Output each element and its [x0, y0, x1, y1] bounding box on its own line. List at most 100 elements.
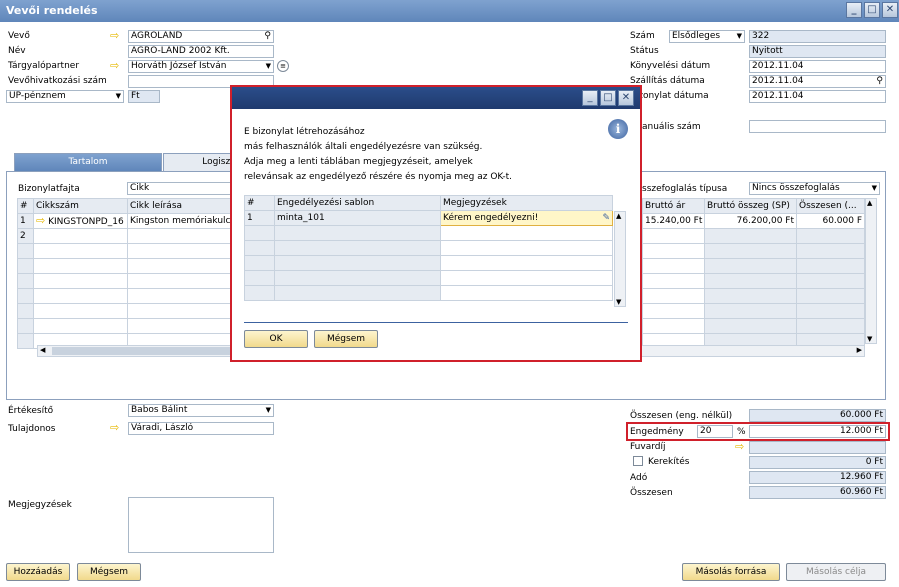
dialog-approval-table: # Engedélyezési sablon Megjegyzések 1 mi…	[244, 195, 613, 301]
table-row[interactable]: 1 minta_101 Kérem engedélyezni! ✎	[244, 210, 613, 226]
konyvelesi-label: Könyvelési dátum	[630, 61, 711, 71]
engedmeny-amount-field[interactable]: 12.000 Ft	[749, 425, 886, 438]
fuvardij-field	[749, 441, 886, 454]
dialog-message-line: Adja meg a lenti táblában megjegyzéseit,…	[244, 157, 473, 167]
manualis-szam-field[interactable]	[749, 120, 886, 133]
scroll-up-icon[interactable]: ▲	[867, 199, 872, 207]
hivatkozas-label: Vevőhivatkozási szám	[8, 76, 107, 86]
table-row[interactable]: 1 ⇨ KINGSTONPD_16 Kingston memóriakulcs	[17, 213, 238, 229]
bizonylatfajta-dropdown[interactable]: Cikk	[127, 182, 237, 195]
szam-series-dropdown[interactable]: Elsődleges	[669, 30, 745, 43]
megsem-button[interactable]: Mégsem	[77, 563, 141, 581]
engedmeny-percent-field[interactable]: 20	[697, 425, 733, 438]
dialog-ok-button[interactable]: OK	[244, 330, 308, 348]
penznem-dropdown[interactable]: ÜP-pénznem	[6, 90, 124, 103]
link-arrow-icon[interactable]: ⇨	[110, 30, 119, 41]
maximize-icon[interactable]: □	[600, 90, 616, 106]
percent-sign: %	[737, 427, 746, 437]
approval-dialog: _ □ ✕ i E bizonylat létrehozásához más f…	[230, 85, 642, 362]
manualis-szam-label: anuális szám	[642, 122, 701, 132]
table-row[interactable]: 2	[17, 228, 238, 244]
column-header[interactable]: #	[244, 195, 275, 211]
osszefoglalas-label: sszefoglalás típusa	[642, 184, 728, 194]
dialog-title-bar: _ □ ✕	[232, 87, 640, 109]
scroll-left-icon[interactable]: ◀	[40, 346, 45, 354]
szam-field: 322	[749, 30, 886, 43]
kerekites-field: 0 Ft	[749, 456, 886, 469]
engedmeny-label: Engedmény	[630, 427, 684, 437]
kerekites-checkbox[interactable]	[633, 456, 643, 466]
column-header[interactable]: #	[17, 198, 34, 214]
column-header[interactable]: Cikk leírása	[127, 198, 238, 214]
szam-label: Szám	[630, 31, 655, 41]
status-field: Nyitott	[749, 45, 886, 58]
szallitas-date-field[interactable]: 2012.11.04 ⚲	[749, 75, 886, 88]
close-icon[interactable]: ✕	[882, 2, 898, 18]
ertekesito-dropdown[interactable]: Babos Bálint	[128, 404, 274, 417]
nev-field[interactable]: AGRO-LAND 2002 Kft.	[128, 45, 274, 58]
dialog-vertical-scrollbar[interactable]: ▲ ▼	[614, 211, 626, 307]
targyalo-label: Tárgyalópartner	[8, 61, 80, 71]
bizonylat-date-field[interactable]: 2012.11.04	[749, 90, 886, 103]
hozzaadas-button[interactable]: Hozzáadás	[6, 563, 70, 581]
dialog-message-line: E bizonylat létrehozásához	[244, 127, 365, 137]
status-label: Státus	[630, 46, 659, 56]
tulajdonos-field[interactable]: Váradi, László	[128, 422, 274, 435]
details-icon[interactable]: ≡	[277, 60, 289, 72]
tulajdonos-label: Tulajdonos	[8, 424, 56, 434]
dialog-cancel-button[interactable]: Mégsem	[314, 330, 378, 348]
osszesen-eng-label: Összesen (eng. nélkül)	[630, 411, 733, 421]
vevo-label: Vevő	[8, 31, 30, 41]
items-table: # Cikkszám Cikk leírása 1 ⇨ KINGSTONPD_1…	[17, 198, 238, 349]
table-row[interactable]	[642, 228, 865, 244]
tab-tartalom[interactable]: Tartalom	[14, 153, 162, 171]
scroll-down-icon[interactable]: ▼	[616, 298, 621, 306]
search-icon[interactable]: ⚲	[876, 76, 883, 87]
link-arrow-icon[interactable]: ⇨	[36, 215, 45, 228]
minimize-icon[interactable]: _	[846, 2, 862, 18]
vevo-field[interactable]: AGROLAND ⚲	[128, 30, 274, 43]
vertical-scrollbar[interactable]: ▲ ▼	[865, 198, 877, 344]
table-row[interactable]: 15.240,00 Ft 76.200,00 Ft 60.000 F	[642, 213, 865, 229]
column-header[interactable]: Engedélyezési sablon	[274, 195, 441, 211]
column-header[interactable]: Bruttó ár	[642, 198, 705, 214]
info-icon: i	[608, 119, 628, 139]
close-icon[interactable]: ✕	[618, 90, 634, 106]
column-header[interactable]: Cikkszám	[33, 198, 128, 214]
search-icon[interactable]: ⚲	[264, 31, 271, 42]
link-arrow-icon[interactable]: ⇨	[110, 422, 119, 433]
megjegyzesek-label: Megjegyzések	[8, 500, 72, 510]
scroll-down-icon[interactable]: ▼	[867, 335, 872, 343]
osszesen-label: Összesen	[630, 488, 673, 498]
dialog-message-line: más felhasználók általi engedélyezésre v…	[244, 142, 483, 152]
ertekesito-label: Értékesítő	[8, 406, 54, 416]
bizonylatfajta-label: Bizonylatfajta	[18, 184, 80, 194]
kerekites-label: Kerekítés	[648, 457, 690, 467]
column-header[interactable]: Összesen (...	[796, 198, 865, 214]
fuvardij-label: Fuvardíj	[630, 442, 666, 452]
edit-icon[interactable]: ✎	[602, 213, 610, 223]
link-arrow-icon[interactable]: ⇨	[735, 441, 744, 452]
column-header[interactable]: Megjegyzések	[440, 195, 613, 211]
osszesen-eng-field: 60.000 Ft	[749, 409, 886, 422]
scroll-up-icon[interactable]: ▲	[616, 212, 621, 220]
dialog-divider	[244, 322, 628, 323]
column-header[interactable]: Bruttó összeg (SP)	[704, 198, 797, 214]
window-title-bar: Vevői rendelés _ □ ✕	[0, 0, 899, 22]
scroll-thumb[interactable]	[52, 347, 232, 355]
osszesen-field: 60.960 Ft	[749, 486, 886, 499]
nev-label: Név	[8, 46, 26, 56]
link-arrow-icon[interactable]: ⇨	[110, 60, 119, 71]
megjegyzes-input[interactable]: Kérem engedélyezni! ✎	[440, 210, 613, 226]
osszefoglalas-dropdown[interactable]: Nincs összefoglalás	[749, 182, 880, 195]
items-table-right: Bruttó ár Bruttó összeg (SP) Összesen (.…	[642, 198, 865, 349]
masolas-forrasa-button[interactable]: Másolás forrása	[682, 563, 780, 581]
scroll-right-icon[interactable]: ▶	[857, 346, 862, 354]
targyalo-dropdown[interactable]: Horváth József István	[128, 60, 274, 73]
masolas-celja-button: Másolás célja	[786, 563, 886, 581]
maximize-icon[interactable]: □	[864, 2, 880, 18]
megjegyzesek-textarea[interactable]	[128, 497, 274, 553]
currency-field: Ft	[128, 90, 160, 103]
konyvelesi-date-field[interactable]: 2012.11.04	[749, 60, 886, 73]
minimize-icon[interactable]: _	[582, 90, 598, 106]
